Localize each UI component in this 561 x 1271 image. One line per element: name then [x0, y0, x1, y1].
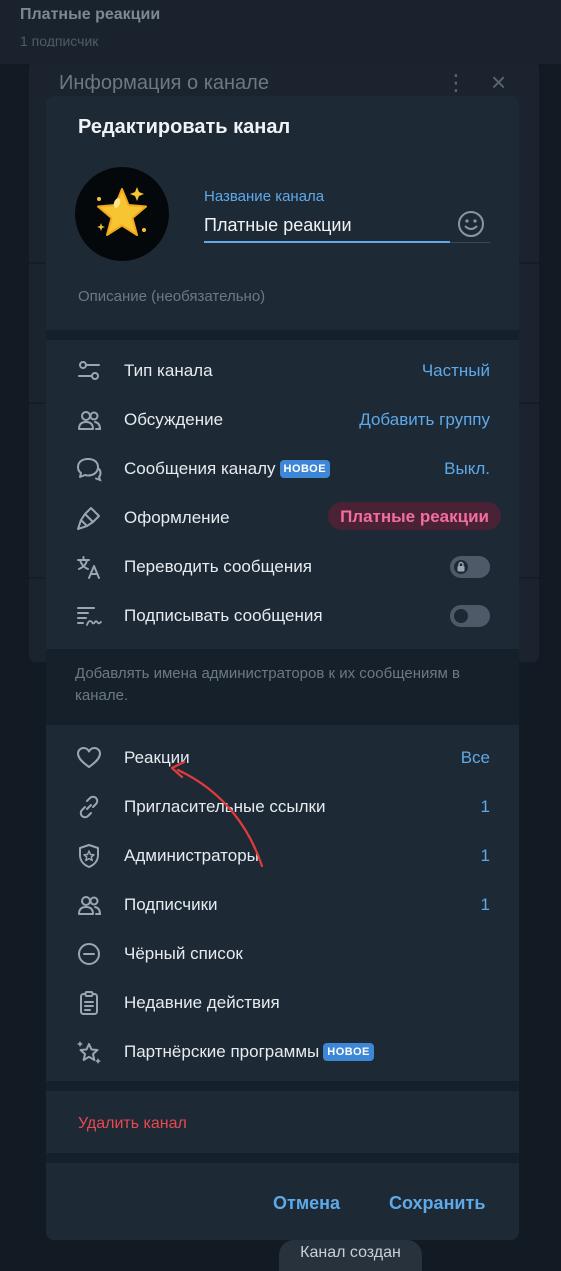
channel-avatar[interactable]	[75, 167, 169, 261]
toggle-knob	[452, 558, 470, 576]
invite-links-count: 1	[480, 797, 490, 816]
admins-count: 1	[480, 846, 490, 865]
users-icon	[78, 411, 102, 430]
admins-row[interactable]: Администраторы 1	[46, 831, 519, 880]
chat-bubbles-icon	[77, 458, 102, 482]
edit-channel-dialog: Редактировать канал Название канала Опис…	[46, 96, 519, 1240]
channel-messages-value: Выкл.	[444, 459, 490, 478]
recent-actions-label: Недавние действия	[124, 993, 280, 1012]
discussion-label: Обсуждение	[124, 410, 224, 429]
cancel-button[interactable]: Отмена	[273, 1193, 340, 1214]
save-button[interactable]: Сохранить	[389, 1193, 485, 1214]
delete-channel-button[interactable]: Удалить канал	[78, 1115, 187, 1133]
channel-name-label: Название канала	[204, 188, 325, 205]
channel-info-title: Информация о канале	[59, 72, 269, 94]
sign-toggle[interactable]	[450, 605, 490, 627]
brush-icon	[77, 507, 100, 530]
link-icon	[79, 795, 99, 819]
dialog-title: Редактировать канал	[78, 116, 291, 138]
affiliate-label: Партнёрские программы НОВОЕ	[124, 1042, 374, 1062]
channel-name-input[interactable]	[204, 210, 450, 243]
sliders-icon	[78, 361, 100, 380]
channel-type-label: Тип канала	[124, 361, 213, 380]
clipboard-icon	[80, 991, 98, 1015]
reactions-label: Реакции	[124, 748, 190, 767]
channel-type-row[interactable]: Тип канала Частный	[46, 346, 519, 395]
chat-title: Платные реакции	[20, 6, 161, 23]
section-separator	[46, 330, 519, 340]
signature-icon	[77, 607, 102, 626]
translate-icon	[77, 556, 100, 579]
heart-icon	[77, 747, 101, 768]
sign-label: Подписывать сообщения	[124, 606, 323, 625]
affiliate-text: Партнёрские программы	[124, 1042, 320, 1061]
new-badge: НОВОЕ	[279, 460, 331, 478]
subscribers-count: 1	[480, 895, 490, 914]
appearance-row[interactable]: Оформление Платные реакции	[46, 493, 519, 542]
section-separator	[46, 1153, 519, 1163]
invite-links-row[interactable]: Пригласительные ссылки 1	[46, 782, 519, 831]
shield-star-icon	[79, 844, 99, 868]
sparkle-star-icon	[77, 1041, 101, 1064]
chat-header: Платные реакции 1 подписчик	[0, 0, 561, 64]
block-icon	[78, 943, 100, 965]
blacklist-label: Чёрный список	[124, 944, 243, 963]
section-separator	[46, 1081, 519, 1091]
channel-messages-label: Сообщения каналу НОВОЕ	[124, 459, 331, 479]
toast-notification: Канал создан	[279, 1240, 422, 1271]
users-icon	[78, 896, 102, 915]
admins-label: Администраторы	[124, 846, 259, 865]
translate-row[interactable]: Переводить сообщения	[46, 542, 519, 591]
appearance-label: Оформление	[124, 508, 230, 527]
invite-links-label: Пригласительные ссылки	[124, 797, 326, 816]
reactions-row[interactable]: Реакции Все	[46, 733, 519, 782]
toggle-knob	[452, 607, 470, 625]
reactions-value: Все	[460, 748, 490, 767]
more-icon[interactable]: ⋮	[445, 70, 467, 96]
blacklist-row[interactable]: Чёрный список	[46, 929, 519, 978]
translate-label: Переводить сообщения	[124, 557, 312, 576]
lock-icon	[457, 561, 465, 572]
channel-type-value: Частный	[421, 361, 490, 380]
channel-messages-row[interactable]: Сообщения каналу НОВОЕ Выкл.	[46, 444, 519, 493]
emoji-icon[interactable]	[456, 209, 486, 239]
chat-subtitle: 1 подписчик	[20, 33, 99, 47]
description-input[interactable]: Описание (необязательно)	[78, 288, 265, 305]
affiliate-row[interactable]: Партнёрские программы НОВОЕ	[46, 1027, 519, 1076]
channel-messages-text: Сообщения каналу	[124, 459, 276, 478]
subscribers-row[interactable]: Подписчики 1	[46, 880, 519, 929]
sign-row[interactable]: Подписывать сообщения	[46, 591, 519, 640]
new-badge: НОВОЕ	[323, 1043, 374, 1061]
recent-actions-row[interactable]: Недавние действия	[46, 978, 519, 1027]
sign-hint-section: Добавлять имена администраторов к их соо…	[46, 649, 519, 725]
appearance-value[interactable]: Платные реакции	[328, 502, 501, 530]
discussion-row[interactable]: Обсуждение Добавить группу	[46, 395, 519, 444]
input-underline	[450, 242, 490, 243]
close-icon[interactable]: ×	[491, 67, 506, 98]
translate-toggle[interactable]	[450, 556, 490, 578]
discussion-value[interactable]: Добавить группу	[359, 410, 490, 430]
sign-hint-text: Добавлять имена администраторов к их соо…	[75, 665, 460, 704]
subscribers-label: Подписчики	[124, 895, 218, 914]
